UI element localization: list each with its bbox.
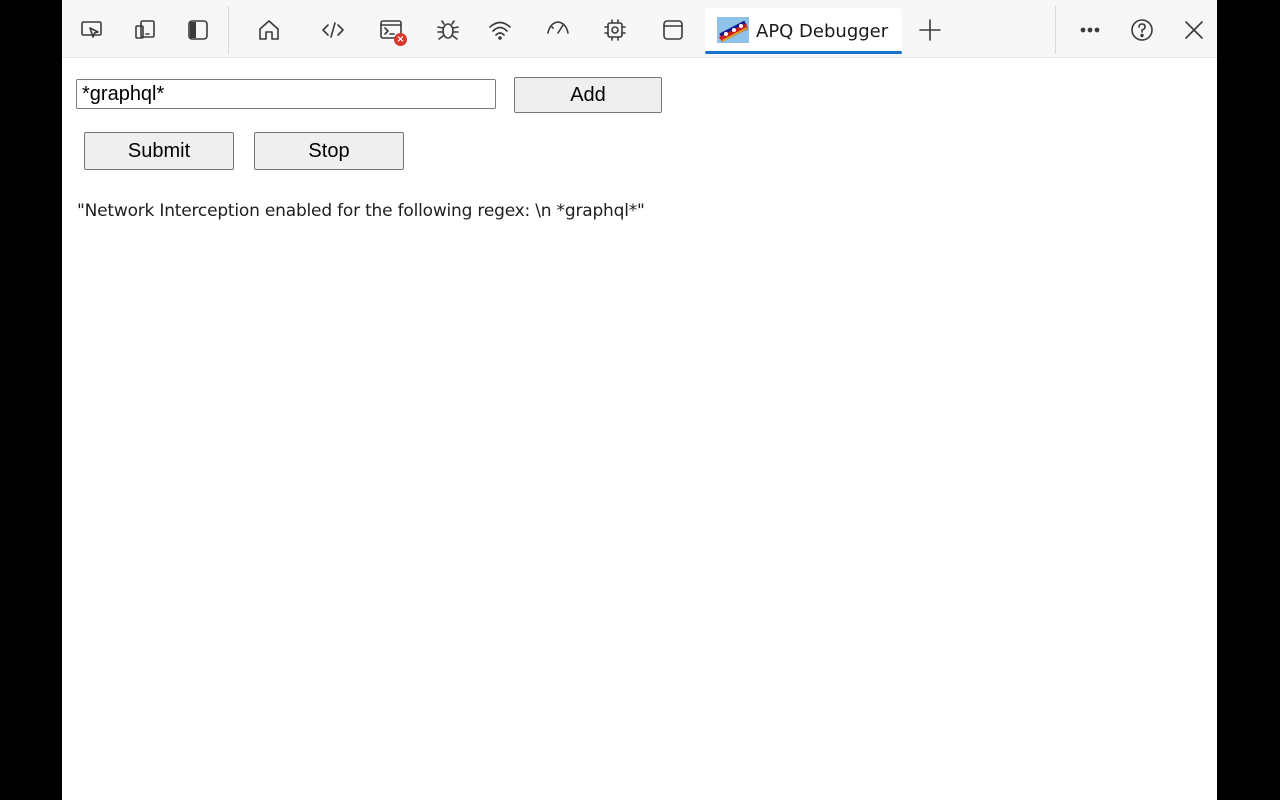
extension-panel-content: Add Submit Stop "Network Interception en… — [62, 58, 1217, 800]
toolbar-divider — [228, 6, 229, 54]
application-window-icon[interactable] — [655, 12, 691, 48]
submit-button[interactable]: Submit — [84, 132, 234, 170]
performance-gauge-icon[interactable] — [540, 12, 576, 48]
tab-apq-debugger[interactable]: APQ Debugger — [705, 8, 902, 54]
apq-logo-icon — [717, 17, 749, 43]
sources-bug-icon[interactable] — [430, 12, 466, 48]
screencast-icon[interactable] — [74, 12, 110, 48]
network-wifi-icon[interactable] — [482, 12, 518, 48]
console-icon[interactable]: × — [373, 12, 409, 48]
device-emulation-icon[interactable] — [127, 12, 163, 48]
tab-label: APQ Debugger — [756, 21, 889, 42]
toolbar-divider — [1055, 6, 1056, 54]
devtools-panel: × APQ Debugger *graphql* Add Submit Stop… — [62, 0, 1217, 800]
status-message: "Network Interception enabled for the fo… — [77, 201, 645, 221]
add-button[interactable]: Add — [514, 77, 662, 113]
console-error-badge: × — [394, 33, 407, 46]
active-tab-indicator — [705, 51, 902, 54]
plus-icon[interactable] — [912, 12, 948, 48]
dock-side-icon[interactable] — [180, 12, 216, 48]
devtools-toolbar: × APQ Debugger — [62, 0, 1217, 58]
close-icon[interactable] — [1176, 12, 1212, 48]
memory-chip-icon[interactable] — [597, 12, 633, 48]
help-circle-icon[interactable] — [1124, 12, 1160, 48]
ellipsis-icon[interactable] — [1072, 12, 1108, 48]
regex-input[interactable] — [76, 79, 496, 109]
stop-button[interactable]: Stop — [254, 132, 404, 170]
elements-icon[interactable] — [315, 12, 351, 48]
home-icon[interactable] — [251, 12, 287, 48]
